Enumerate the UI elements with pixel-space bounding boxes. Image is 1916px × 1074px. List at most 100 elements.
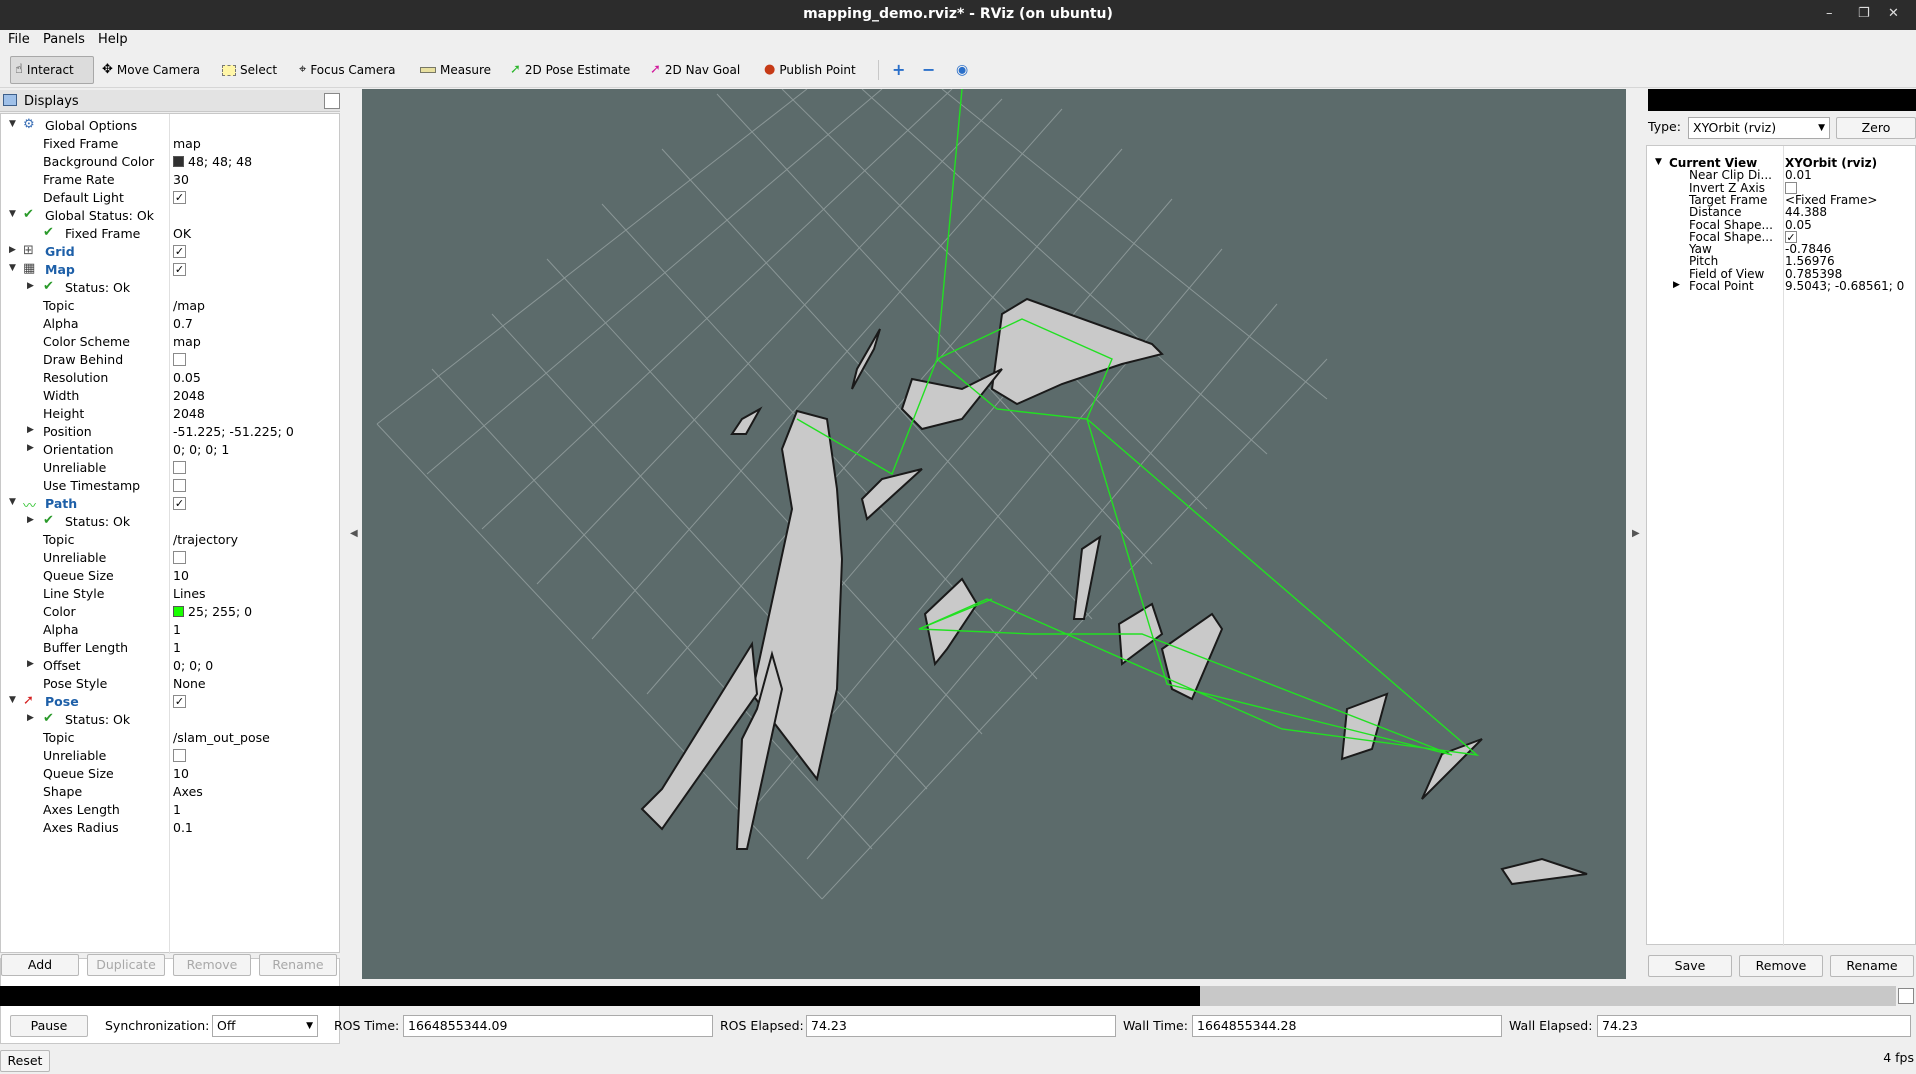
property-value[interactable]: 0.1 [173,820,193,835]
remove-button[interactable]: Remove [173,954,251,976]
map-height-row[interactable]: Height 2048 [1,405,339,423]
map-status-row[interactable]: ▶ ✔ Status: Ok [1,279,339,297]
sync-select[interactable]: Off ▼ [212,1015,318,1037]
grid-display-row[interactable]: ▶ ⊞ Grid ✓ [1,243,339,261]
rename-button[interactable]: Rename [259,954,337,976]
collapse-arrow-icon[interactable]: ▶ [27,443,34,453]
property-checkbox[interactable] [173,551,186,564]
pose-queue-size-row[interactable]: Queue Size 10 [1,765,339,783]
collapse-arrow-icon[interactable]: ▶ [27,281,34,291]
property-checkbox[interactable] [1785,181,1797,194]
ros-time-field[interactable]: 1664855344.09 [403,1015,713,1037]
path-alpha-row[interactable]: Alpha 1 [1,621,339,639]
map-width-row[interactable]: Width 2048 [1,387,339,405]
pose-display-row[interactable]: ▼ ➚ Pose ✓ [1,693,339,711]
expand-arrow-icon[interactable]: ▼ [9,209,16,219]
collapse-arrow-icon[interactable]: ▶ [27,713,34,723]
wall-time-field[interactable]: 1664855344.28 [1192,1015,1502,1037]
ros-elapsed-field[interactable]: 74.23 [806,1015,1116,1037]
property-checkbox[interactable]: ✓ [173,497,186,510]
property-value[interactable]: 1 [173,802,181,817]
map-render[interactable] [362,89,1626,979]
property-checkbox[interactable]: ✓ [173,695,186,708]
map-draw-behind-row[interactable]: Draw Behind [1,351,339,369]
expand-arrow-icon[interactable]: ▼ [9,119,16,129]
property-value[interactable]: 25; 255; 0 [173,604,252,619]
map-topic-row[interactable]: Topic/map [1,297,339,315]
add-button[interactable]: Add [1,954,79,976]
zero-button[interactable]: Zero [1836,117,1916,139]
interact-tool[interactable]: ☝ Interact [10,56,94,84]
property-checkbox[interactable]: ✓ [173,263,186,276]
right-collapse-icon[interactable]: ▶ [1632,528,1640,539]
expand-arrow-icon[interactable]: ▼ [9,695,16,705]
map-display-row[interactable]: ▼ ▦ Map ✓ [1,261,339,279]
path-line-style-row[interactable]: Line Style Lines [1,585,339,603]
property-value[interactable]: 0; 0; 0 [173,658,213,673]
map-orientation-row[interactable]: ▶ Orientation 0; 0; 0; 1 [1,441,339,459]
path-unreliable-row[interactable]: Unreliable [1,549,339,567]
path-status-row[interactable]: ▶ ✔ Status: Ok [1,513,339,531]
frame-rate-row[interactable]: Frame Rate 30 [1,171,339,189]
property-checkbox[interactable] [173,353,186,366]
expand-arrow-icon[interactable]: ▼ [9,497,16,507]
expand-arrow-icon[interactable]: ▼ [1655,157,1662,167]
property-value[interactable]: Axes [173,784,203,799]
property-value[interactable]: Lines [173,586,206,601]
path-offset-row[interactable]: ▶ Offset 0; 0; 0 [1,657,339,675]
property-value[interactable]: map [173,136,201,151]
map-position-row[interactable]: ▶ Position -51.225; -51.225; 0 [1,423,339,441]
fixed-frame-status-row[interactable]: ✔ Fixed Frame OK [1,225,339,243]
map-color-scheme-row[interactable]: Color Scheme map [1,333,339,351]
focal-point-row[interactable]: ▶ Focal Point 9.5043; -0.68561; 0 [1647,279,1915,294]
expand-arrow-icon[interactable]: ▶ [1673,280,1680,290]
remove-view-button[interactable]: Remove [1739,955,1823,977]
property-value[interactable]: 48; 48; 48 [173,154,252,169]
duplicate-button[interactable]: Duplicate [87,954,165,976]
property-value[interactable]: 10 [173,568,189,583]
plus-icon[interactable]: + [888,56,909,84]
focus-camera-tool[interactable]: ⌖ Focus Camera [295,56,400,84]
property-value[interactable]: /slam_out_pose [173,730,270,745]
measure-tool[interactable]: Measure [416,56,495,84]
left-collapse-icon[interactable]: ◀ [350,528,358,539]
map-alpha-row[interactable]: Alpha 0.7 [1,315,339,333]
view-type-select[interactable]: XYOrbit (rviz) ▼ [1688,117,1830,139]
2d-pose-estimate-tool[interactable]: ➚ 2D Pose Estimate [506,56,634,84]
property-checkbox[interactable]: ✓ [173,191,186,204]
property-value[interactable]: 10 [173,766,189,781]
2d-nav-goal-tool[interactable]: ➚ 2D Nav Goal [646,56,744,84]
property-value[interactable]: 0; 0; 0; 1 [173,442,229,457]
move-camera-tool[interactable]: ✥ Move Camera [98,56,204,84]
pose-shape-row[interactable]: Shape Axes [1,783,339,801]
global-options-row[interactable]: ▼ ⚙ Global Options [1,117,339,135]
time-panel-float-button[interactable] [1898,988,1914,1004]
collapse-arrow-icon[interactable]: ▶ [9,245,16,255]
path-topic-row[interactable]: Topic/trajectory [1,531,339,549]
property-value[interactable]: 2048 [173,406,205,421]
property-value[interactable]: /trajectory [173,532,238,547]
map-unreliable-row[interactable]: Unreliable [1,459,339,477]
select-tool[interactable]: Select [218,56,281,84]
restore-icon[interactable]: ❐ [1858,0,1870,30]
property-value[interactable]: 9.5043; -0.68561; 0 [1785,279,1904,293]
menu-panels[interactable]: Panels [43,32,85,47]
fixed-frame-row[interactable]: Fixed Frame map [1,135,339,153]
global-status-row[interactable]: ▼ ✔ Global Status: Ok [1,207,339,225]
3d-viewport[interactable] [362,89,1626,979]
publish-point-tool[interactable]: ● Publish Point [760,56,860,84]
reset-button[interactable]: Reset [0,1050,50,1072]
path-pose-style-row[interactable]: Pose Style None [1,675,339,693]
pose-status-row[interactable]: ▶ ✔ Status: Ok [1,711,339,729]
rename-view-button[interactable]: Rename [1830,955,1914,977]
map-use-timestamp-row[interactable]: Use Timestamp [1,477,339,495]
wall-elapsed-field[interactable]: 74.23 [1597,1015,1911,1037]
pose-axes-length-row[interactable]: Axes Length 1 [1,801,339,819]
save-view-button[interactable]: Save [1648,955,1732,977]
property-value[interactable]: map [173,334,201,349]
menu-help[interactable]: Help [98,32,128,47]
property-checkbox[interactable] [173,749,186,762]
pose-axes-radius-row[interactable]: Axes Radius 0.1 [1,819,339,837]
path-buffer-length-row[interactable]: Buffer Length 1 [1,639,339,657]
property-checkbox[interactable] [173,479,186,492]
